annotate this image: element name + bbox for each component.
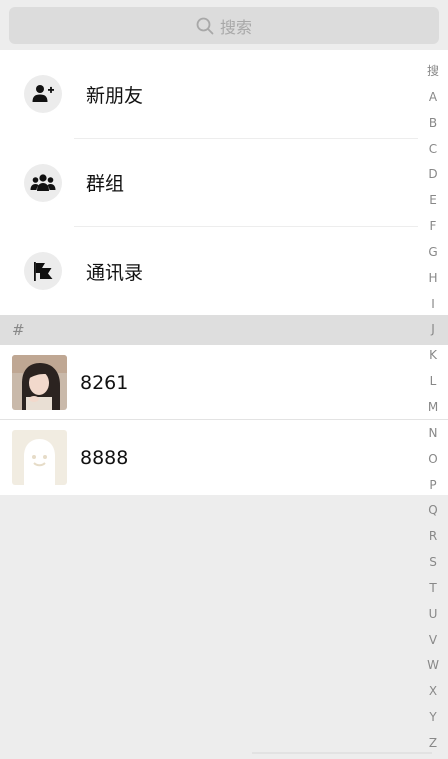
new-friends-label: 新朋友 — [86, 84, 144, 107]
avatar — [12, 355, 67, 410]
contacts-book-label: 通讯录 — [86, 261, 144, 284]
index-letter[interactable]: D — [418, 162, 448, 188]
index-letter[interactable]: T — [418, 576, 448, 602]
contact-name: 8261 — [80, 371, 129, 394]
contact-name: 8888 — [80, 446, 129, 469]
index-letter[interactable]: H — [418, 266, 448, 292]
section-header: # — [0, 315, 448, 345]
index-letter[interactable]: U — [418, 602, 448, 628]
index-letter[interactable]: Q — [418, 498, 448, 524]
index-letter[interactable]: L — [418, 369, 448, 395]
index-search-item[interactable]: 搜 — [418, 59, 448, 85]
index-letter[interactable]: I — [418, 292, 448, 318]
search-area: 搜索 — [0, 0, 448, 50]
function-list: 新朋友 群组 通讯录 — [0, 50, 448, 315]
contact-row[interactable]: 8888 — [0, 420, 448, 495]
index-letter[interactable]: A — [418, 85, 448, 111]
index-letter[interactable]: O — [418, 447, 448, 473]
search-icon — [196, 17, 214, 34]
index-letter[interactable]: R — [418, 524, 448, 550]
index-letter[interactable]: P — [418, 473, 448, 499]
index-letter[interactable]: V — [418, 628, 448, 654]
index-letter[interactable]: K — [418, 343, 448, 369]
index-letter[interactable]: B — [418, 111, 448, 137]
index-letter[interactable]: W — [418, 653, 448, 679]
flag-icon — [24, 252, 62, 291]
section-header-label: # — [12, 321, 25, 339]
index-letter[interactable]: G — [418, 240, 448, 266]
search-input[interactable]: 搜索 — [9, 7, 439, 44]
index-letter[interactable]: Y — [418, 705, 448, 731]
index-letter[interactable]: F — [418, 214, 448, 240]
contact-list: 8261 8888 — [0, 345, 448, 495]
index-letter[interactable]: J — [418, 317, 448, 343]
home-indicator — [252, 752, 432, 754]
index-letter[interactable]: N — [418, 421, 448, 447]
default-ghost-avatar-icon — [12, 430, 67, 485]
new-friends-item[interactable]: 新朋友 — [0, 50, 448, 139]
contacts-book-item[interactable]: 通讯录 — [0, 227, 448, 316]
search-placeholder: 搜索 — [219, 17, 252, 37]
groups-label: 群组 — [86, 173, 125, 196]
alphabet-index-bar[interactable]: 搜ABCDEFGHIJKLMNOPQRSTUVWXYZ — [418, 59, 448, 759]
index-letter[interactable]: S — [418, 550, 448, 576]
index-letter[interactable]: C — [418, 137, 448, 163]
contact-row[interactable]: 8261 — [0, 345, 448, 420]
index-letter[interactable]: E — [418, 188, 448, 214]
group-icon — [24, 163, 62, 202]
add-user-icon — [24, 75, 62, 114]
groups-item[interactable]: 群组 — [0, 139, 448, 227]
index-letter[interactable]: M — [418, 395, 448, 421]
index-letter[interactable]: X — [418, 679, 448, 705]
